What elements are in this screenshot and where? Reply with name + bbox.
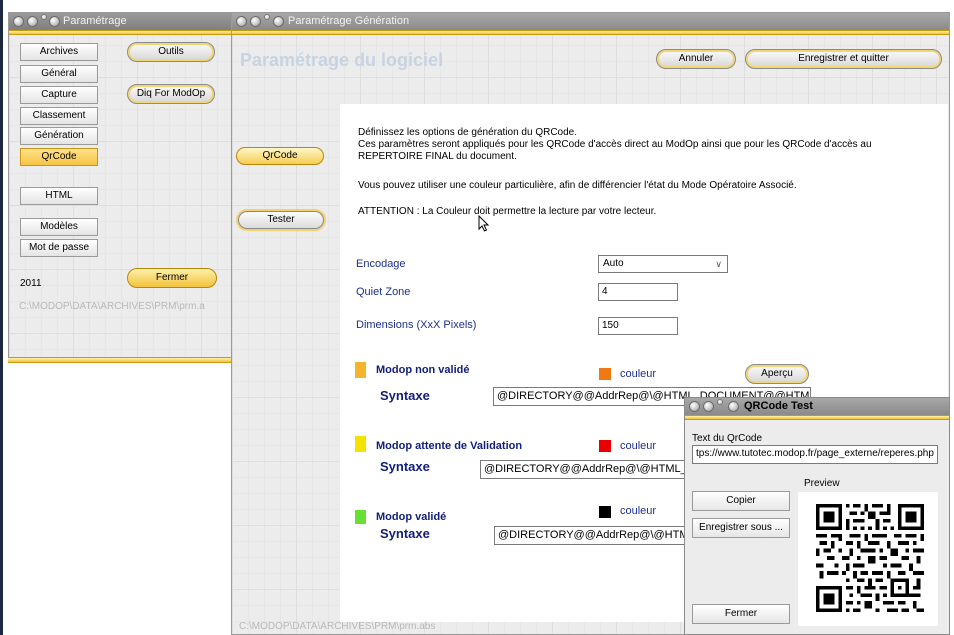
syntax-label: Syntaxe — [380, 459, 430, 474]
intro-line-5: ATTENTION : La Couleur doit permettre la… — [358, 206, 657, 217]
year-label: 2011 — [20, 278, 42, 289]
window-orb-icon — [273, 16, 284, 27]
close-orb-icon[interactable] — [689, 401, 700, 412]
nav-capture-button[interactable]: Capture — [20, 86, 98, 104]
intro-line-2: Ces paramètres seront appliqués pour les… — [358, 139, 872, 150]
syntax-label: Syntaxe — [380, 388, 430, 403]
zoom-dot-icon[interactable] — [41, 14, 47, 20]
couleur-label: couleur — [620, 505, 657, 517]
mouse-cursor-icon — [478, 215, 490, 232]
state-title: Modop attente de Validation — [376, 440, 523, 452]
generation-window-title: Paramétrage Génération — [288, 15, 410, 27]
intro-line-1: Définissez les options de génération du … — [358, 127, 578, 138]
qr-fermer-button[interactable]: Fermer — [692, 604, 790, 624]
qr-code-preview — [816, 504, 924, 612]
settings-window-title: Paramétrage — [63, 15, 127, 27]
fermer-left-button[interactable]: Fermer — [127, 268, 217, 288]
quiet-zone-input[interactable]: 4 — [598, 283, 678, 301]
qrcode-test-title: QRCode Test — [744, 400, 813, 412]
encodage-label: Encodage — [356, 258, 406, 270]
title-underline — [232, 30, 949, 35]
left-divider — [8, 357, 234, 363]
minimize-orb-icon[interactable] — [250, 16, 261, 27]
chevron-down-icon: ∨ — [715, 259, 722, 269]
couleur-label: couleur — [620, 440, 657, 452]
save-as-button[interactable]: Enregistrer sous ... — [692, 518, 790, 538]
zoom-dot-icon[interactable] — [717, 399, 723, 405]
settings-titlebar[interactable]: Paramétrage — [9, 13, 233, 30]
syntax-input[interactable]: @DIRECTORY@@AddrRep@\@HTML_DOC — [480, 460, 690, 479]
state-title: Modop non validé — [376, 364, 470, 376]
state-color-swatch — [355, 510, 366, 524]
screen-edge — [0, 0, 3, 635]
close-orb-icon[interactable] — [13, 16, 24, 27]
nav-archives-button[interactable]: Archives — [20, 43, 98, 61]
qrcode-test-titlebar[interactable]: QRCode Test — [685, 398, 949, 415]
quiet-zone-label: Quiet Zone — [356, 286, 411, 298]
left-path-label: C:\MODOP\DATA\ARCHIVES\PRM\prm.a — [19, 301, 205, 312]
intro-line-4: Vous pouvez utiliser une couleur particu… — [358, 180, 797, 191]
syntax-input[interactable]: @DIRECTORY@@AddrRep@\@HTML_DOC — [494, 526, 690, 545]
qr-color-swatch[interactable] — [599, 368, 611, 380]
copier-button[interactable]: Copier — [692, 491, 790, 511]
intro-line-3: REPERTOIRE FINAL du document. — [358, 151, 517, 162]
dimensions-input[interactable]: 150 — [598, 317, 678, 335]
nav-general-button[interactable]: Général — [20, 65, 98, 83]
diq-for-modop-button[interactable]: Diq For ModOp — [127, 84, 215, 104]
qr-color-swatch[interactable] — [599, 440, 611, 452]
encodage-selected-value: Auto — [603, 258, 624, 269]
title-underline — [9, 30, 233, 35]
qr-preview-box — [798, 492, 938, 626]
save-and-quit-button[interactable]: Enregistrer et quitter — [745, 49, 942, 69]
couleur-label: couleur — [620, 368, 657, 380]
side-tester-tab[interactable]: Tester — [238, 211, 324, 229]
qr-color-swatch[interactable] — [599, 506, 611, 518]
nav-modeles-button[interactable]: Modèles — [20, 218, 98, 236]
outils-button[interactable]: Outils — [127, 42, 215, 62]
generation-titlebar[interactable]: Paramétrage Génération — [232, 13, 949, 30]
state-color-swatch — [355, 362, 366, 378]
nav-mot-de-passe-button[interactable]: Mot de passe — [20, 239, 98, 257]
zoom-dot-icon[interactable] — [264, 14, 270, 20]
state-title: Modop validé — [376, 511, 447, 523]
preview-label: Preview — [804, 478, 840, 489]
title-underline — [685, 415, 949, 420]
minimize-orb-icon[interactable] — [703, 401, 714, 412]
qr-text-input[interactable]: tps://www.tutotec.modop.fr/page_externe/… — [692, 445, 938, 464]
annuler-button[interactable]: Annuler — [656, 49, 736, 69]
apercu-button[interactable]: Aperçu — [745, 364, 809, 384]
dimensions-label: Dimensions (XxX Pixels) — [356, 319, 477, 331]
minimize-orb-icon[interactable] — [27, 16, 38, 27]
qr-text-label: Text du QrCode — [692, 433, 763, 444]
syntax-label: Syntaxe — [380, 526, 430, 541]
window-orb-icon — [728, 401, 739, 412]
encodage-select[interactable]: Auto ∨ — [598, 255, 728, 273]
close-orb-icon[interactable] — [236, 16, 247, 27]
main-path-label: C:\MODOP\DATA\ARCHIVES\PRM\prm.abs — [239, 621, 436, 632]
nav-qrcode-button[interactable]: QrCode — [20, 148, 98, 166]
nav-generation-button[interactable]: Génération — [20, 127, 98, 145]
nav-classement-button[interactable]: Classement — [20, 107, 98, 125]
nav-html-button[interactable]: HTML — [20, 187, 98, 205]
page-title: Paramétrage du logiciel — [240, 50, 444, 70]
window-orb-icon — [49, 16, 60, 27]
side-qrcode-tab[interactable]: QrCode — [236, 147, 324, 165]
state-color-swatch — [355, 436, 366, 452]
